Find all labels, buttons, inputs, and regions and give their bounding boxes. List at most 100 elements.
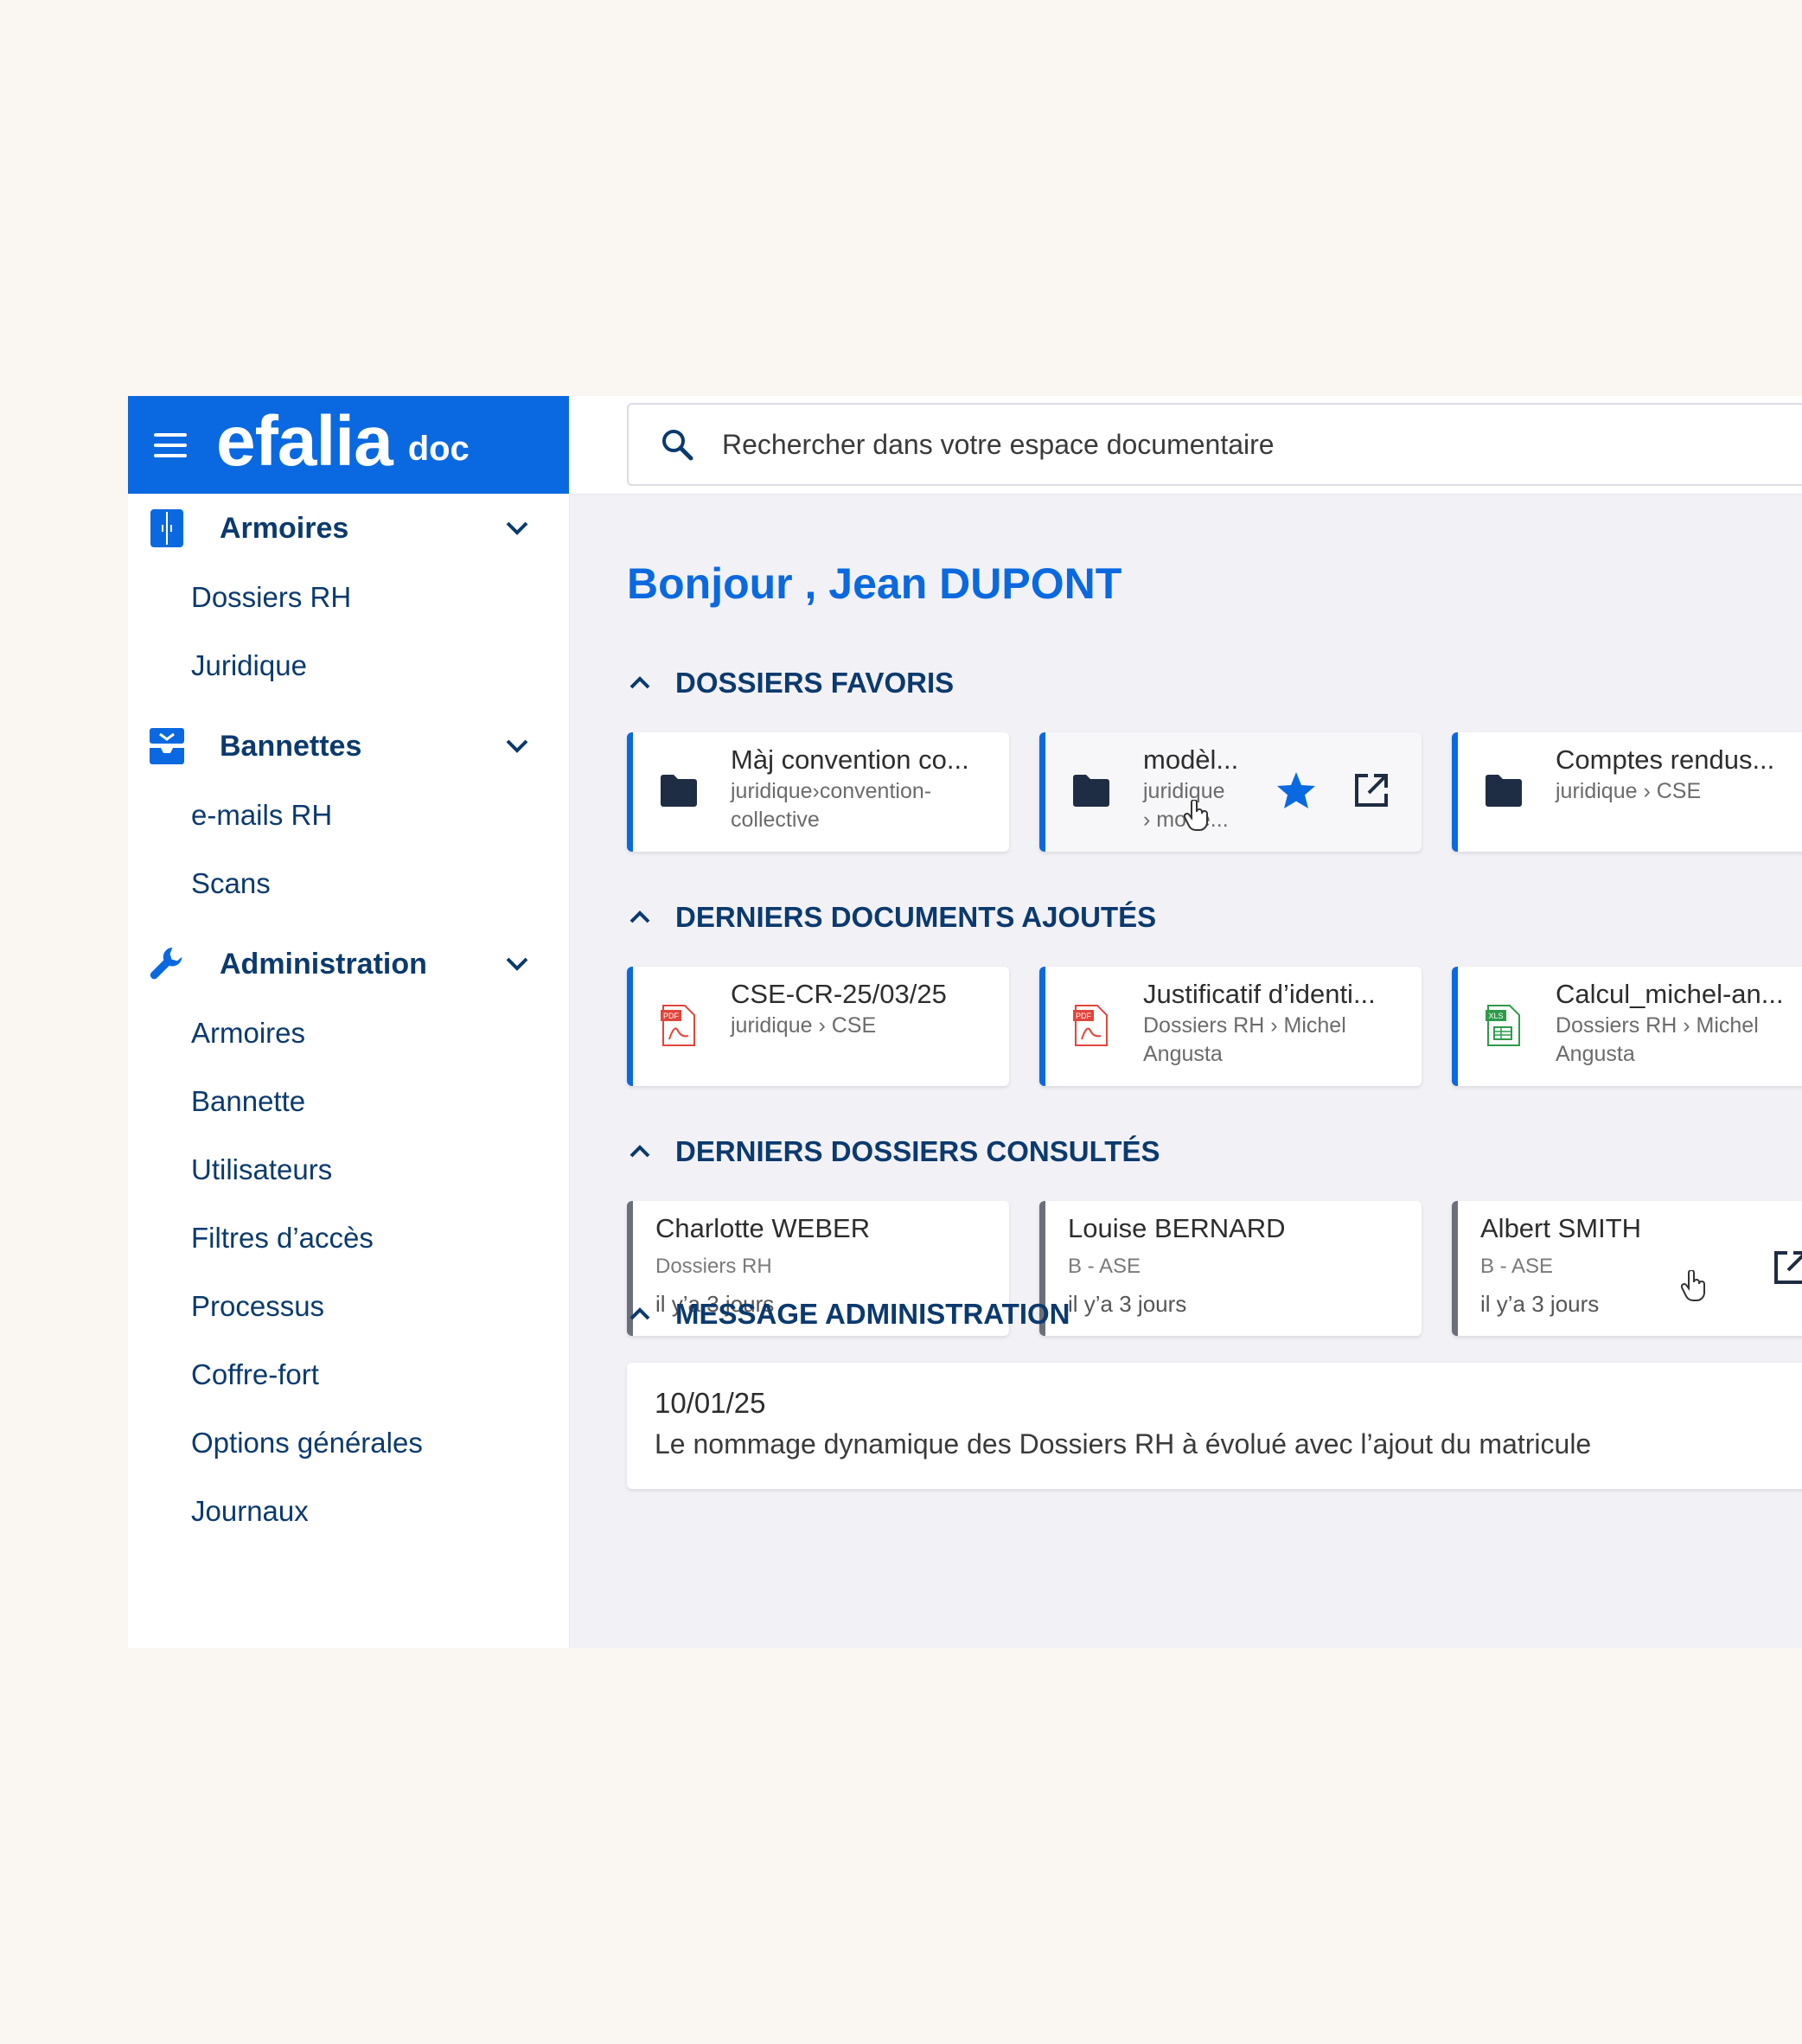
card-title: Comptes rendus...	[1556, 744, 1775, 775]
section-header-admin-message[interactable]: MESSAGE ADMINISTRATION	[627, 1298, 1070, 1331]
folder-icon	[661, 774, 697, 810]
sidebar-section-label: Administration	[220, 947, 427, 980]
card-path: juridique › CSE	[731, 1012, 876, 1040]
section-header-recent-folders[interactable]: DERNIERS DOSSIERS CONSULTÉS	[627, 1135, 1160, 1168]
card-title: Justificatif d’identi...	[1143, 979, 1376, 1009]
card-path: juridique › CSE	[1556, 777, 1701, 806]
sidebar-item-coffre-fort[interactable]: Coffre-fort	[128, 1340, 569, 1408]
pdf-icon: PDF	[661, 1005, 697, 1046]
section-header-favorites[interactable]: DOSSIERS FAVORIS	[627, 667, 954, 699]
favorite-card[interactable]: Comptes rendus... juridique › CSE	[1452, 732, 1802, 852]
sidebar-item-admin-bannette[interactable]: Bannette	[128, 1067, 569, 1135]
folder-path: B - ASE	[1068, 1255, 1141, 1278]
sidebar-item-emails-rh[interactable]: e-mails RH	[128, 781, 569, 849]
card-path-line: juridique › CSE	[731, 1013, 877, 1038]
card-path-line: Angusta	[1556, 1042, 1635, 1066]
card-path-line: juridique › CSE	[1556, 779, 1702, 803]
sidebar-section-label: Bannettes	[220, 729, 362, 763]
card-title: Màj convention co...	[731, 744, 969, 775]
card-path: Dossiers RH › Michel Angusta	[1143, 1012, 1346, 1069]
sidebar-item-admin-armoires[interactable]: Armoires	[128, 999, 569, 1067]
recent-folder-card[interactable]: Louise BERNARD B - ASE il y’a 3 jours	[1039, 1201, 1422, 1336]
brand-header: efalia doc	[128, 396, 569, 494]
sidebar-item-utilisateurs[interactable]: Utilisateurs	[128, 1135, 569, 1204]
document-card[interactable]: XLS Calcul_michel-an... Dossiers RH › Mi…	[1452, 967, 1802, 1086]
sidebar-item-scans[interactable]: Scans	[128, 849, 569, 917]
folder-path: Dossiers RH	[655, 1255, 772, 1278]
open-external-icon[interactable]	[1773, 1249, 1802, 1290]
sidebar-item-journaux[interactable]: Journaux	[128, 1477, 569, 1545]
svg-text:PDF: PDF	[1076, 1012, 1092, 1020]
card-title: CSE-CR-25/03/25	[731, 979, 947, 1009]
card-path-line: Angusta	[1143, 1042, 1223, 1066]
section-title: DOSSIERS FAVORIS	[675, 667, 955, 699]
sidebar-section-administration[interactable]: Administration	[128, 929, 569, 999]
search-bar[interactable]	[627, 403, 1802, 486]
inbox-tray-icon	[149, 728, 185, 764]
svg-text:XLS: XLS	[1488, 1012, 1503, 1020]
chevron-down-icon[interactable]	[500, 947, 534, 981]
hand-cursor-icon	[1183, 799, 1210, 831]
sidebar-section-label: Armoires	[220, 511, 349, 545]
chevron-up-icon[interactable]	[627, 904, 653, 930]
folder-icon	[1073, 774, 1109, 810]
folder-icon	[1486, 774, 1522, 810]
folder-last-viewed: il y’a 3 jours	[1068, 1291, 1187, 1317]
sidebar: efalia doc Armoires Dossiers RH Juridiqu…	[128, 396, 570, 1648]
card-title: modèl...	[1143, 744, 1239, 775]
section-title: DERNIERS DOSSIERS CONSULTÉS	[675, 1135, 1160, 1167]
brand-logo: efalia	[216, 401, 393, 481]
chevron-down-icon[interactable]	[500, 511, 534, 546]
page-title: Bonjour , Jean DUPONT	[627, 559, 1122, 608]
sidebar-item-processus[interactable]: Processus	[128, 1272, 569, 1340]
section-header-recent-documents[interactable]: DERNIERS DOCUMENTS AJOUTÉS	[627, 901, 1156, 934]
document-card[interactable]: PDF CSE-CR-25/03/25 juridique › CSE	[627, 967, 1009, 1086]
folder-owner-name: Albert SMITH	[1480, 1213, 1642, 1243]
card-path-line: juridique›convention-	[731, 779, 932, 803]
section-title: DERNIERS DOCUMENTS AJOUTÉS	[675, 901, 1157, 933]
sidebar-nav: Armoires Dossiers RH Juridique Bannettes…	[128, 494, 569, 1545]
open-external-icon[interactable]	[1353, 772, 1390, 813]
sidebar-item-options-generales[interactable]: Options générales	[128, 1408, 569, 1477]
favorite-card[interactable]: modèl... juridique › modè...	[1039, 732, 1422, 852]
card-path: juridique›convention- collective	[731, 777, 931, 834]
folder-owner-name: Louise BERNARD	[1068, 1213, 1286, 1243]
document-card[interactable]: PDF Justificatif d’identi... Dossiers RH…	[1039, 967, 1422, 1086]
section-title: MESSAGE ADMINISTRATION	[675, 1298, 1070, 1330]
topbar	[569, 396, 1802, 495]
main-content: Bonjour , Jean DUPONT DOSSIERS FAVORIS M…	[569, 494, 1802, 1648]
chevron-down-icon[interactable]	[500, 729, 534, 763]
admin-message-card: 10/01/25 Le nommage dynamique des Dossie…	[627, 1363, 1802, 1489]
folder-last-viewed: il y’a 3 jours	[1480, 1291, 1600, 1317]
pdf-icon: PDF	[1073, 1005, 1109, 1046]
search-icon	[660, 427, 694, 462]
folder-owner-name: Charlotte WEBER	[655, 1213, 871, 1243]
brand-product: doc	[407, 430, 470, 468]
cabinet-icon	[149, 509, 185, 547]
favorite-card[interactable]: Màj convention co... juridique›conventio…	[627, 732, 1009, 852]
star-icon[interactable]	[1275, 770, 1317, 814]
folder-path: B - ASE	[1480, 1255, 1554, 1278]
chevron-up-icon[interactable]	[627, 1301, 653, 1327]
app-window: efalia doc Armoires Dossiers RH Juridiqu…	[128, 396, 1802, 1648]
card-path-line: Dossiers RH › Michel	[1556, 1013, 1759, 1038]
sidebar-item-dossiers-rh[interactable]: Dossiers RH	[128, 563, 569, 631]
chevron-up-icon[interactable]	[627, 670, 653, 696]
card-path-line: Dossiers RH › Michel	[1143, 1013, 1346, 1038]
card-path-line: collective	[731, 808, 820, 832]
message-text: Le nommage dynamique des Dossiers RH à é…	[655, 1428, 1592, 1460]
card-path: Dossiers RH › Michel Angusta	[1556, 1012, 1759, 1069]
sidebar-section-armoires[interactable]: Armoires	[128, 494, 569, 563]
sidebar-item-filtres-acces[interactable]: Filtres d’accès	[128, 1204, 569, 1272]
sidebar-item-juridique[interactable]: Juridique	[128, 631, 569, 699]
hand-cursor-icon	[1680, 1269, 1707, 1301]
menu-icon[interactable]	[154, 432, 187, 457]
xls-icon: XLS	[1486, 1005, 1522, 1046]
svg-text:PDF: PDF	[663, 1012, 680, 1020]
recent-folder-card[interactable]: Albert SMITH B - ASE il y’a 3 jours	[1452, 1201, 1802, 1336]
chevron-up-icon[interactable]	[627, 1139, 653, 1165]
card-title: Calcul_michel-an...	[1556, 979, 1784, 1009]
sidebar-section-bannettes[interactable]: Bannettes	[128, 712, 569, 781]
search-input[interactable]	[720, 427, 1802, 462]
message-date: 10/01/25	[655, 1387, 766, 1419]
